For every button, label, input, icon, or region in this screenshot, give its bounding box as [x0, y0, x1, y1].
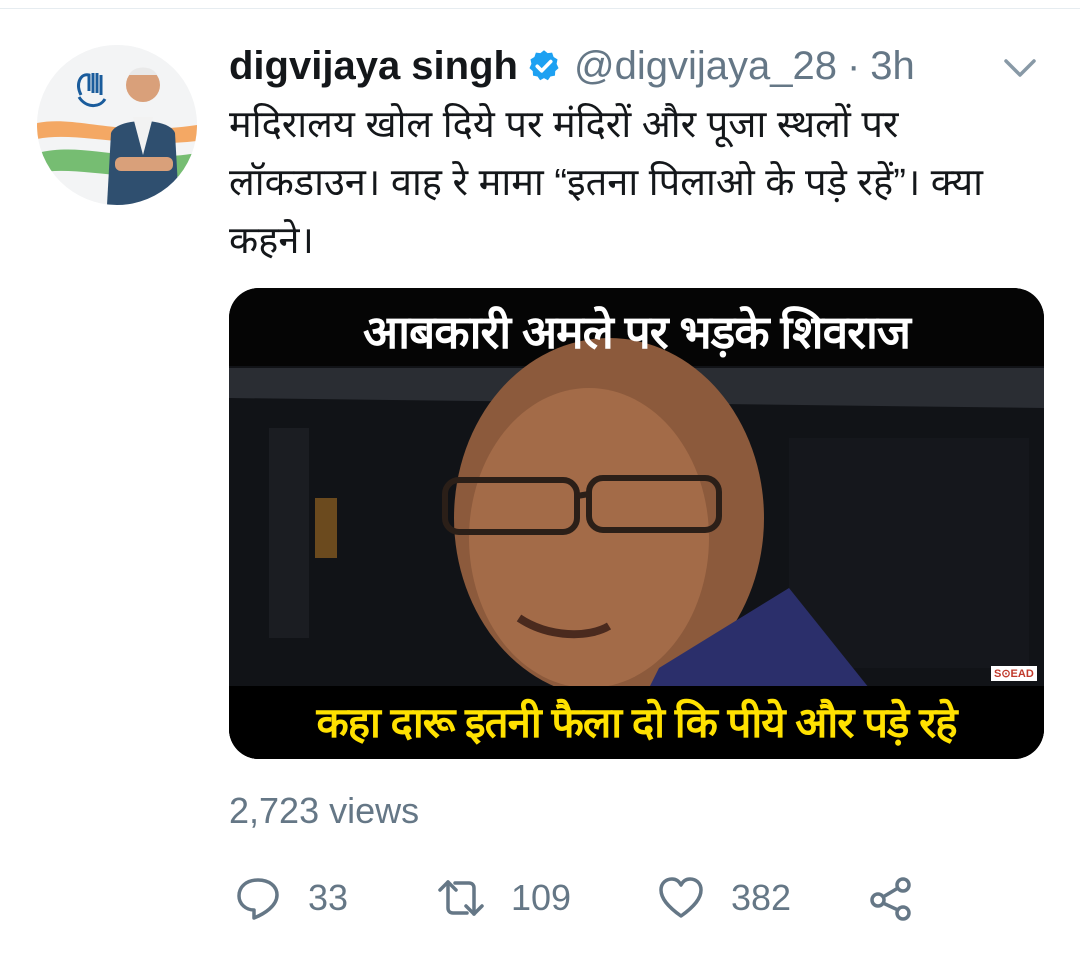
tweet-time[interactable]: 3h: [870, 44, 915, 89]
tweet-media[interactable]: आबकारी अमले पर भड़के शिवराज S⊙EAD कहा दा…: [229, 288, 1044, 759]
reply-button[interactable]: 33: [234, 870, 348, 926]
top-divider: [0, 8, 1080, 9]
verified-badge-icon: [529, 50, 559, 81]
retweet-button[interactable]: 109: [437, 870, 571, 926]
heart-icon: [659, 877, 703, 918]
media-caption: कहा दारू इतनी फैला दो कि पीये और पड़े रह…: [316, 699, 957, 746]
separator-dot: ·: [846, 43, 861, 88]
chevron-down-icon[interactable]: [1002, 56, 1038, 80]
avatar-image: [37, 45, 197, 205]
share-button[interactable]: [866, 870, 914, 926]
reply-count: 33: [308, 877, 349, 918]
retweet-count: 109: [511, 877, 572, 918]
author-name[interactable]: digvijaya singh: [229, 44, 518, 89]
author-handle[interactable]: @digvijaya_28: [574, 44, 837, 89]
views-count[interactable]: 2,723 views: [229, 790, 419, 832]
like-button[interactable]: 382: [657, 870, 791, 926]
share-icon: [870, 877, 911, 921]
like-count: 382: [731, 877, 792, 918]
tweet-text: मदिरालय खोल दिये पर मंदिरों और पूजा स्थल…: [229, 104, 984, 262]
retweet-icon: [438, 880, 484, 916]
avatar[interactable]: [37, 45, 197, 205]
media-watermark: S⊙EAD: [991, 666, 1037, 681]
reply-icon: [237, 878, 279, 920]
tweet-header: digvijaya singh @digvijaya_28 · 3h: [229, 38, 915, 94]
media-headline: आबकारी अमले पर भड़के शिवराज: [362, 306, 911, 358]
